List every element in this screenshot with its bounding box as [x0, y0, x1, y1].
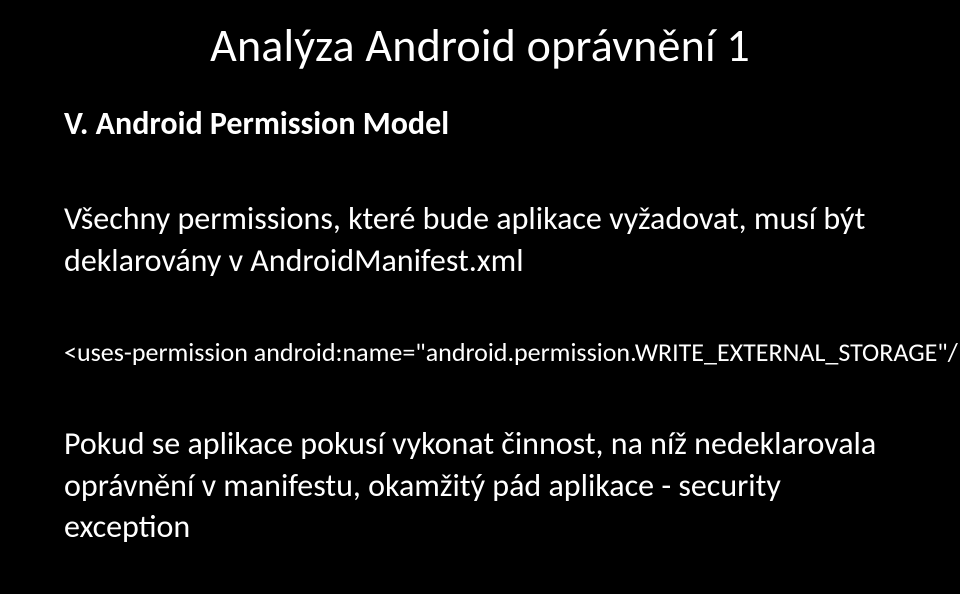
slide: Analýza Android oprávnění 1 V. Android P…: [0, 0, 960, 594]
slide-title: Analýza Android oprávnění 1: [64, 18, 896, 74]
paragraph-permissions-declare: Všechny permissions, které bude aplikace…: [64, 198, 896, 281]
code-uses-permission: <uses-permission android:name="android.p…: [64, 336, 896, 368]
slide-subtitle: V. Android Permission Model: [64, 104, 896, 143]
paragraph-security-exception: Pokud se aplikace pokusí vykonat činnost…: [64, 423, 896, 548]
